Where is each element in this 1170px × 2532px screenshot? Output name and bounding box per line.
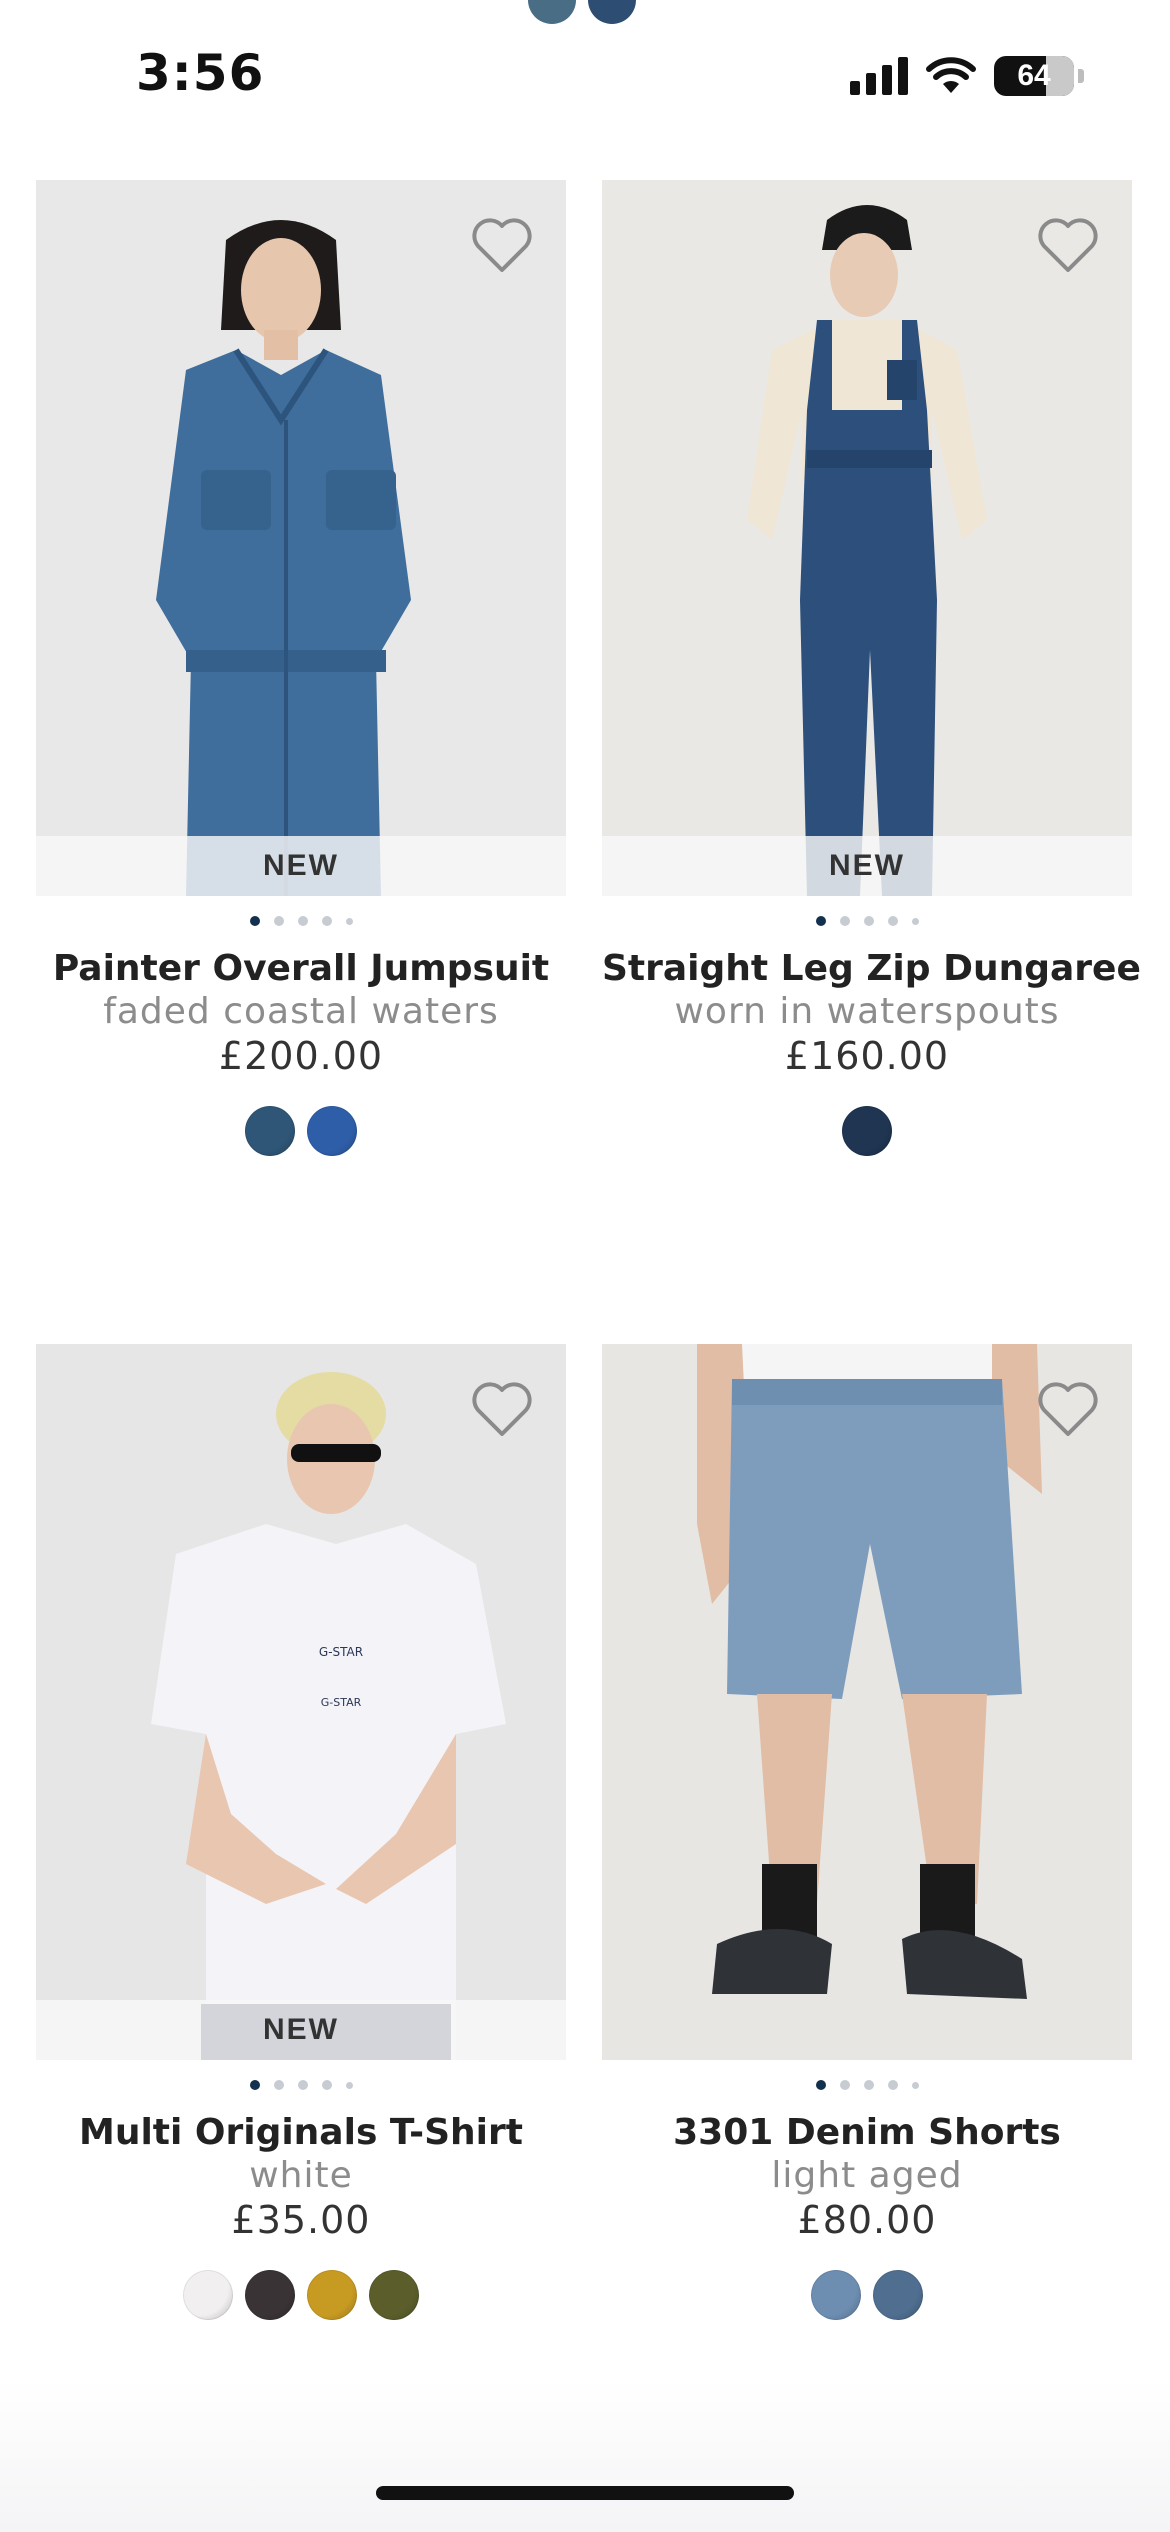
product-image[interactable]: NEW — [602, 180, 1132, 896]
product-name[interactable]: 3301 Denim Shorts — [602, 2112, 1132, 2153]
top-peek-swatches — [528, 0, 636, 24]
product-image[interactable]: NEW — [36, 180, 566, 896]
heart-outline-icon[interactable] — [1036, 1380, 1100, 1440]
color-swatch[interactable] — [245, 1106, 295, 1156]
product-color: faded coastal waters — [103, 991, 499, 1032]
color-swatch[interactable] — [369, 2270, 419, 2320]
product-card[interactable]: G-STAR G-STAR NEW Multi Originals T-Shir… — [36, 1344, 566, 2320]
image-carousel-dots[interactable] — [602, 914, 1132, 928]
product-name[interactable]: Painter Overall Jumpsuit — [36, 948, 566, 989]
heart-outline-icon[interactable] — [470, 216, 534, 276]
peek-swatch — [588, 0, 636, 24]
product-color: worn in waterspouts — [674, 991, 1060, 1032]
shorts-photo — [602, 1344, 1132, 2060]
image-carousel-dots[interactable] — [36, 914, 566, 928]
jumpsuit-photo — [36, 180, 566, 896]
product-name[interactable]: Multi Originals T-Shirt — [36, 2112, 566, 2153]
heart-outline-icon[interactable] — [470, 1380, 534, 1440]
new-badge: NEW — [602, 836, 1132, 896]
product-name[interactable]: Straight Leg Zip Dungaree — [602, 948, 1141, 989]
heart-outline-icon[interactable] — [1036, 216, 1100, 276]
image-carousel-dots[interactable] — [602, 2078, 1132, 2092]
color-swatch[interactable] — [307, 2270, 357, 2320]
color-swatches — [602, 2270, 1132, 2320]
color-swatches — [602, 1106, 1132, 1156]
product-listing-screen: 3:56 64 NEW Painter Overall Jumpsuit fad… — [0, 0, 1170, 2532]
product-card[interactable]: NEW Straight Leg Zip Dungaree worn in wa… — [602, 180, 1141, 1156]
product-price: £35.00 — [231, 2198, 371, 2242]
svg-text:G-STAR: G-STAR — [321, 1696, 362, 1709]
color-swatches — [36, 2270, 566, 2320]
cellular-signal-icon — [850, 57, 908, 95]
product-image[interactable]: G-STAR G-STAR NEW — [36, 1344, 566, 2060]
wifi-icon — [926, 57, 976, 93]
color-swatch[interactable] — [873, 2270, 923, 2320]
product-image[interactable] — [602, 1344, 1132, 2060]
product-price: £200.00 — [218, 1034, 384, 1078]
product-price: £80.00 — [797, 2198, 937, 2242]
battery-nub — [1078, 69, 1084, 83]
battery-icon: 64 — [994, 56, 1074, 96]
status-icons: 64 — [850, 56, 1084, 96]
color-swatch[interactable] — [811, 2270, 861, 2320]
dungaree-photo — [602, 180, 1132, 896]
svg-text:G-STAR: G-STAR — [319, 1645, 363, 1659]
image-carousel-dots[interactable] — [36, 2078, 566, 2092]
home-indicator[interactable] — [376, 2486, 794, 2500]
product-card[interactable]: 3301 Denim Shorts light aged £80.00 — [602, 1344, 1132, 2320]
color-swatch[interactable] — [183, 2270, 233, 2320]
product-card[interactable]: NEW Painter Overall Jumpsuit faded coast… — [36, 180, 566, 1156]
tshirt-photo: G-STAR G-STAR — [36, 1344, 566, 2060]
status-time: 3:56 — [136, 44, 265, 102]
bottom-fade — [0, 2380, 1170, 2532]
new-badge: NEW — [36, 836, 566, 896]
product-color: white — [249, 2155, 353, 2196]
color-swatch[interactable] — [307, 1106, 357, 1156]
new-badge: NEW — [36, 2000, 566, 2060]
battery-level: 64 — [1017, 59, 1051, 92]
product-color: light aged — [771, 2155, 963, 2196]
peek-swatch — [528, 0, 576, 24]
color-swatch[interactable] — [245, 2270, 295, 2320]
color-swatch[interactable] — [842, 1106, 892, 1156]
color-swatches — [36, 1106, 566, 1156]
product-price: £160.00 — [784, 1034, 950, 1078]
